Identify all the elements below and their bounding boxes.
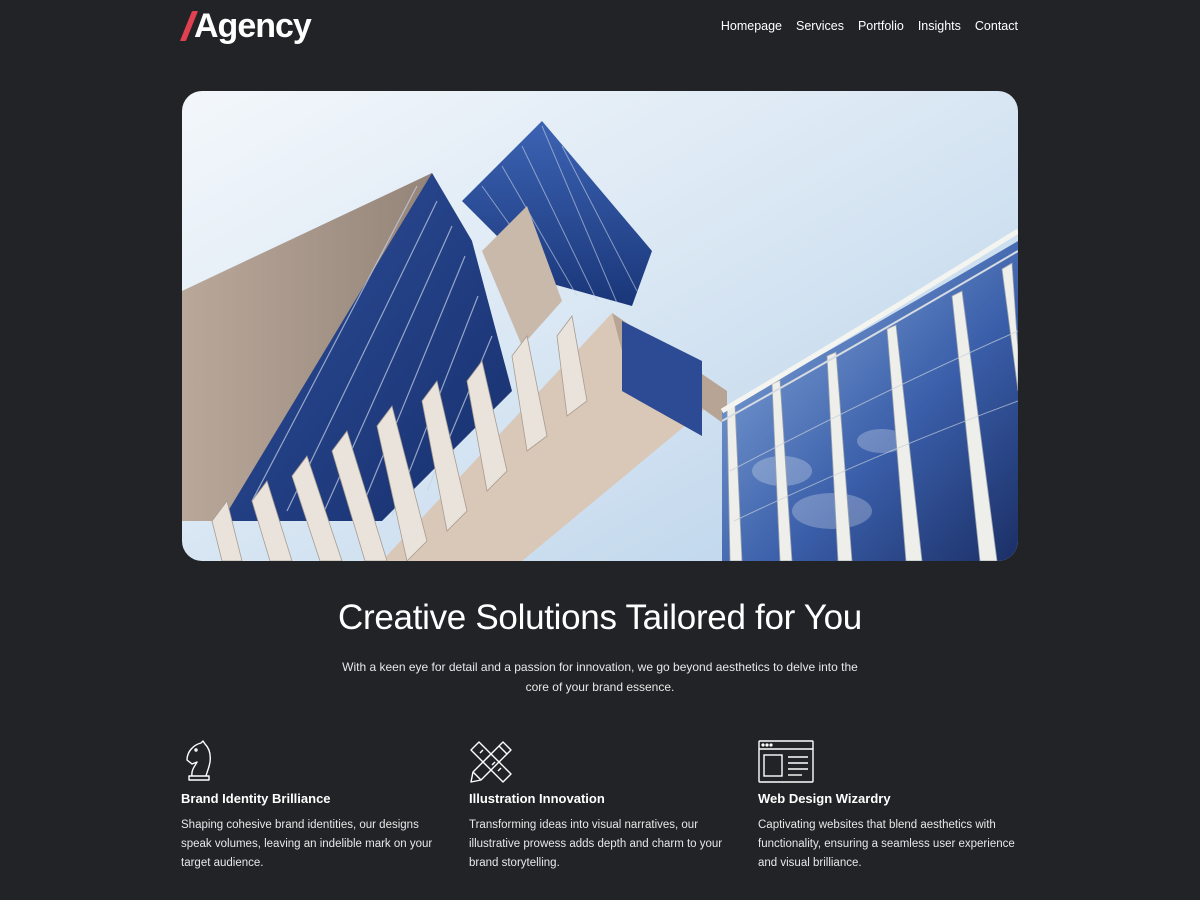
site-header: Agency Homepage Services Portfolio Insig…	[179, 0, 1018, 56]
feature-brand-identity: Brand Identity Brilliance Shaping cohesi…	[181, 740, 441, 873]
features-section: Brand Identity Brilliance Shaping cohesi…	[181, 740, 1021, 880]
logo-link[interactable]: Agency	[179, 6, 312, 46]
main-nav: Homepage Services Portfolio Insights Con…	[721, 19, 1018, 33]
nav-item-homepage[interactable]: Homepage	[721, 19, 782, 33]
chess-knight-icon	[186, 740, 211, 781]
logo-text: Agency	[194, 6, 312, 45]
hero-image	[182, 91, 1018, 561]
feature-description: Shaping cohesive brand identities, our d…	[181, 819, 433, 869]
feature-illustration: Illustration Innovation Transforming ide…	[469, 740, 729, 873]
nav-item-portfolio[interactable]: Portfolio	[858, 19, 904, 33]
pencil-ruler-icon	[470, 741, 512, 783]
feature-title: Web Design Wizardry	[758, 791, 891, 806]
feature-web-design: Web Design Wizardry Captivating websites…	[758, 740, 1018, 873]
page-title: Creative Solutions Tailored for You	[338, 598, 862, 637]
feature-title: Illustration Innovation	[469, 791, 605, 806]
nav-item-contact[interactable]: Contact	[975, 19, 1018, 33]
intro-text: With a keen eye for detail and a passion…	[342, 660, 858, 694]
feature-description: Transforming ideas into visual narrative…	[469, 819, 723, 869]
nav-item-insights[interactable]: Insights	[918, 19, 961, 33]
feature-description: Captivating websites that blend aestheti…	[758, 819, 1015, 869]
page: Agency Homepage Services Portfolio Insig…	[0, 0, 1200, 900]
feature-title: Brand Identity Brilliance	[181, 791, 331, 806]
hero-building-image	[182, 91, 1018, 561]
browser-layout-icon	[758, 740, 814, 783]
nav-item-services[interactable]: Services	[796, 19, 844, 33]
